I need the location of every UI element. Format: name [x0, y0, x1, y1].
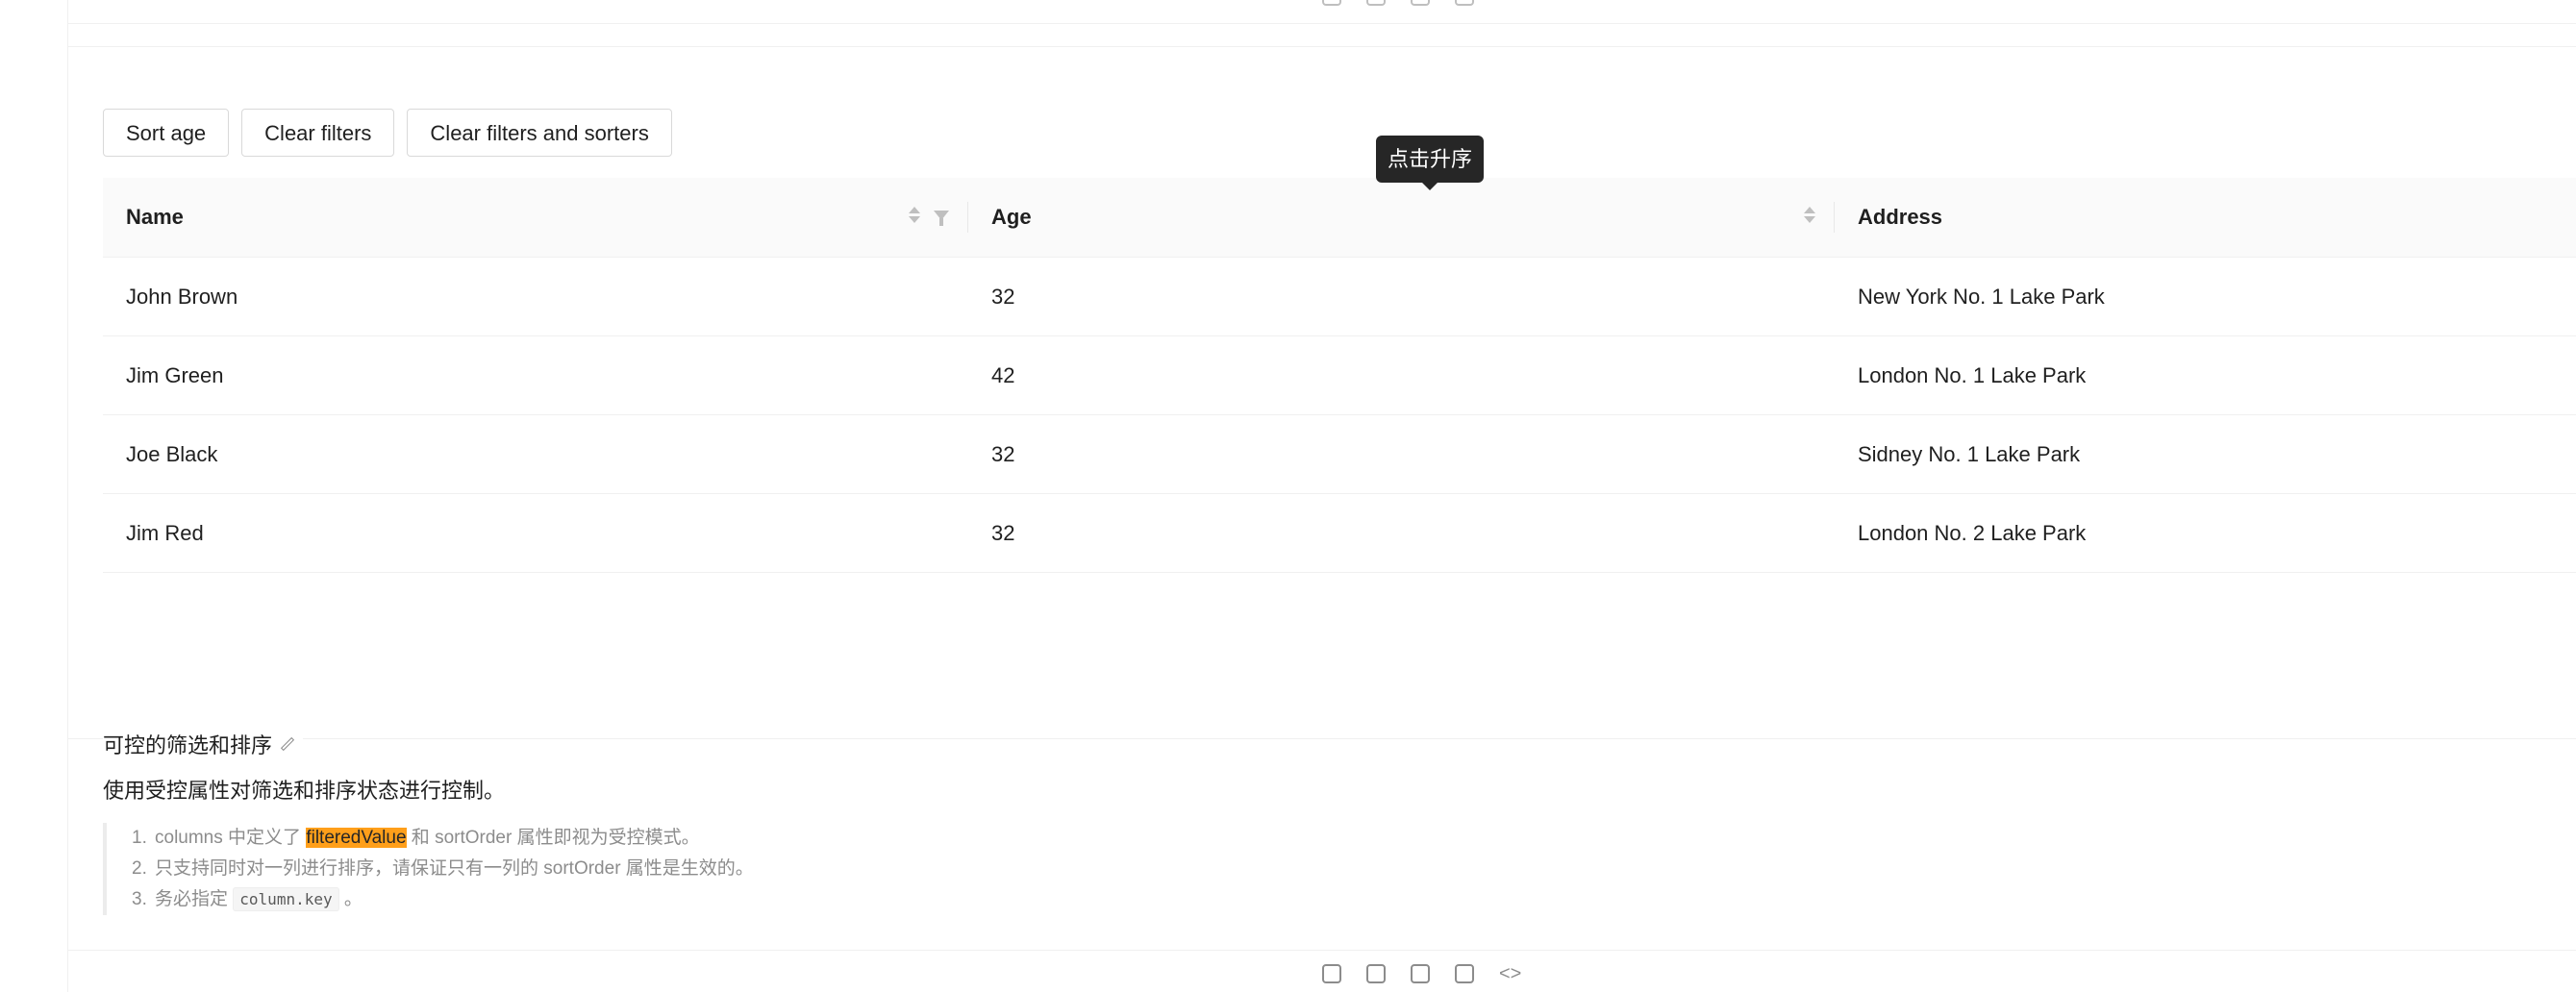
codesandbox-icon[interactable] [1322, 964, 1341, 983]
clear-filters-and-sorters-button[interactable]: Clear filters and sorters [407, 109, 672, 157]
table-header-row: Name Age Address [103, 178, 2576, 258]
codepen-icon[interactable] [1366, 0, 1386, 6]
cell-name: Jim Red [103, 493, 968, 573]
table-row[interactable]: Jim Green 42 London No. 1 Lake Park [103, 335, 2576, 415]
cell-age: 32 [968, 257, 1835, 336]
edit-icon[interactable] [280, 736, 295, 752]
search-highlight: filteredValue [306, 828, 407, 848]
copy-icon[interactable] [1455, 0, 1474, 6]
list-number: 2. [132, 858, 147, 879]
column-title: Name [126, 205, 184, 229]
previous-demo-actions [67, 0, 2576, 24]
cell-address: London No. 2 Lake Park [1835, 493, 2576, 573]
stackblitz-icon[interactable] [1411, 964, 1430, 983]
stackblitz-icon[interactable] [1411, 0, 1430, 6]
sort-icon[interactable] [1804, 207, 1815, 223]
clear-filters-button[interactable]: Clear filters [241, 109, 395, 157]
cell-address: London No. 1 Lake Park [1835, 335, 2576, 415]
table-row[interactable]: John Brown 32 New York No. 1 Lake Park [103, 257, 2576, 336]
demo-actions: <> [67, 950, 2576, 993]
column-header-address[interactable]: Address [1835, 178, 2576, 258]
cell-name: John Brown [103, 257, 968, 336]
codepen-icon[interactable] [1366, 964, 1386, 983]
filter-icon[interactable] [934, 210, 949, 226]
note-text: 只支持同时对一列进行排序，请保证只有一列的 sortOrder 属性是生效的。 [155, 858, 754, 879]
section-divider [67, 738, 2576, 739]
action-buttons: Sort age Clear filters Clear filters and… [103, 109, 672, 157]
codesandbox-icon[interactable] [1322, 0, 1341, 6]
cell-address: New York No. 1 Lake Park [1835, 257, 2576, 336]
list-item: 3. 务必指定 column.key 。 [132, 884, 754, 915]
cell-address: Sidney No. 1 Lake Park [1835, 414, 2576, 494]
list-item: 1. columns 中定义了 filteredValue 和 sortOrder… [132, 823, 754, 854]
column-title: Address [1858, 205, 1943, 229]
list-number: 3. [132, 889, 147, 909]
data-table: Name Age Address John Brown 32 New York … [103, 178, 2576, 573]
note-text: 。 [338, 889, 363, 909]
cell-age: 32 [968, 414, 1835, 494]
demo-description: 使用受控属性对筛选和排序状态进行控制。 [103, 779, 506, 803]
demo-title: 可控的筛选和排序 [103, 729, 304, 759]
table-row[interactable]: Jim Red 32 London No. 2 Lake Park [103, 493, 2576, 573]
cell-name: Jim Green [103, 335, 968, 415]
list-number: 1. [132, 828, 147, 848]
table-row[interactable]: Joe Black 32 Sidney No. 1 Lake Park [103, 414, 2576, 494]
column-header-name[interactable]: Name [103, 178, 968, 258]
sort-icon[interactable] [909, 207, 920, 223]
note-text: 务必指定 [155, 889, 234, 909]
column-header-age[interactable]: Age [968, 178, 1835, 258]
list-item: 2. 只支持同时对一列进行排序，请保证只有一列的 sortOrder 属性是生效的… [132, 854, 754, 884]
cell-age: 32 [968, 493, 1835, 573]
column-title: Age [991, 205, 1032, 229]
sort-tooltip: 点击升序 [1376, 136, 1485, 190]
card-border [67, 46, 2576, 47]
cell-age: 42 [968, 335, 1835, 415]
sort-age-button[interactable]: Sort age [103, 109, 230, 157]
code-expand-icon[interactable]: <> [1499, 964, 1521, 983]
cell-name: Joe Black [103, 414, 968, 494]
note-text: 和 sortOrder 属性即视为受控模式。 [406, 828, 700, 848]
note-text: columns 中定义了 [155, 828, 307, 848]
demo-title-text: 可控的筛选和排序 [103, 733, 273, 757]
notes-list: 1. columns 中定义了 filteredValue 和 sortOrder… [103, 823, 754, 915]
copy-icon[interactable] [1455, 964, 1474, 983]
inline-code: column.key [233, 887, 339, 911]
